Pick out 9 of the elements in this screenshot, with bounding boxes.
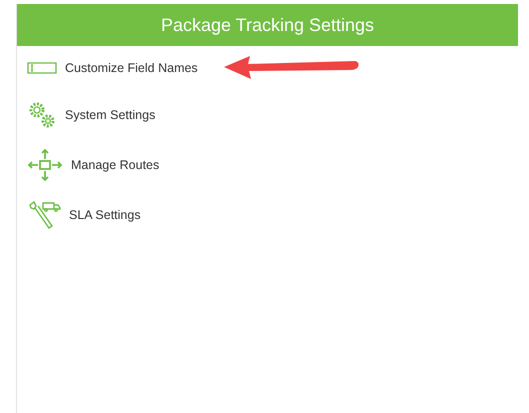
wrench-truck-icon xyxy=(27,200,61,230)
menu-link[interactable]: SLA Settings xyxy=(69,206,141,224)
gears-icon xyxy=(27,100,57,130)
header-bar: Package Tracking Settings xyxy=(17,4,518,46)
menu-link[interactable]: Manage Routes xyxy=(71,156,160,174)
menu-link[interactable]: System Settings xyxy=(65,106,156,124)
move-arrows-icon xyxy=(27,148,63,182)
field-icon xyxy=(27,62,57,74)
menu-link[interactable]: Customize Field Names xyxy=(65,58,198,78)
